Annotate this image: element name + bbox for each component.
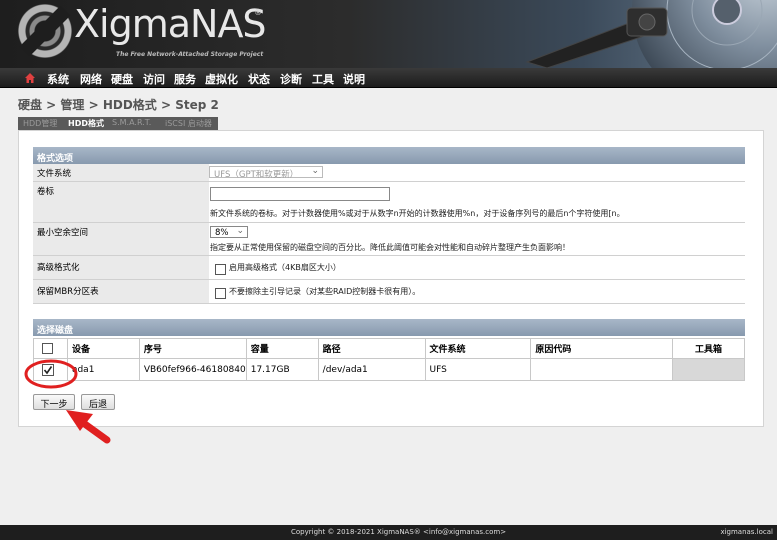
subtab-bar: HDD管理 HDD格式 S.M.A.R.T. iSCSI 启动器 xyxy=(18,117,218,130)
format-options-header: 格式选项 xyxy=(33,147,745,164)
cell-filesystem: UFS xyxy=(424,358,532,381)
tab-iscsi-initiator[interactable]: iSCSI 启动器 xyxy=(165,118,212,129)
filesystem-label: 文件系统 xyxy=(33,164,209,181)
column-header-path: 路径 xyxy=(317,338,426,359)
min-free-select-value: 8% xyxy=(215,228,229,238)
chevron-down-icon: ⌄ xyxy=(236,226,244,236)
nav-item-virtualization[interactable]: 虚拟化 xyxy=(205,71,238,87)
column-header-toolbox: 工具箱 xyxy=(672,338,745,359)
keep-mbr-checkbox[interactable] xyxy=(215,288,226,299)
back-button[interactable]: 后退 xyxy=(81,394,115,410)
volume-label-hint: 新文件系统的卷标。对于计数器使用%或对于从数字n开始的计数器使用%n，对于设备序… xyxy=(210,209,625,218)
footer-hostname: xigmanas.local xyxy=(720,528,773,536)
content-panel: 格式选项 文件系统 UFS（GPT和软更新） ⌄ 卷标 新文件系统的卷标。对于计… xyxy=(18,130,764,427)
column-header-reason-code: 原因代码 xyxy=(530,338,674,359)
footer-copyright: Copyright © 2018-2021 XigmaNAS® <info@xi… xyxy=(291,528,507,536)
nav-item-help[interactable]: 说明 xyxy=(343,71,365,87)
select-all-header xyxy=(33,338,68,359)
logo-tagline: The Free Network-Attached Storage Projec… xyxy=(116,51,264,58)
advanced-format-label: 高级格式化 xyxy=(33,256,209,279)
xigmanas-logo-icon xyxy=(18,4,72,58)
nav-item-access[interactable]: 访问 xyxy=(143,71,165,87)
keep-mbr-row: 保留MBR分区表 不要擦除主引导记录（对某些RAID控制器卡很有用）。 xyxy=(33,280,745,304)
column-header-device: 设备 xyxy=(66,338,140,359)
cell-device: ada1 xyxy=(66,358,140,381)
table-header-row: 设备 序号 容量 路径 文件系统 原因代码 工具箱 xyxy=(33,338,745,359)
nav-item-network[interactable]: 网络 xyxy=(80,71,102,87)
volume-label-label: 卷标 xyxy=(33,182,209,222)
home-icon[interactable] xyxy=(24,72,36,84)
chevron-down-icon: ⌄ xyxy=(311,166,319,176)
min-free-select[interactable]: 8% ⌄ xyxy=(210,226,248,238)
logo-registered-mark: ® xyxy=(254,8,262,17)
header-banner: XigmaNAS ® The Free Network-Attached Sto… xyxy=(0,0,777,68)
column-header-filesystem: 文件系统 xyxy=(424,338,532,359)
disk-select-checkbox[interactable] xyxy=(42,363,54,376)
cell-path: /dev/ada1 xyxy=(317,358,426,381)
keep-mbr-checkbox-label: 不要擦除主引导记录（对某些RAID控制器卡很有用）。 xyxy=(229,287,421,296)
tab-hdd-format[interactable]: HDD格式 xyxy=(68,118,104,129)
min-free-hint: 指定要从正常使用保留的磁盘空间的百分比。降低此阈值可能会对性能和自动碎片整理产生… xyxy=(210,243,570,252)
cell-serial: VB60fef966-46180840 xyxy=(138,358,247,381)
advanced-format-row: 高级格式化 启用高级格式（4KB扇区大小） xyxy=(33,256,745,280)
keep-mbr-label: 保留MBR分区表 xyxy=(33,280,209,303)
cell-toolbox xyxy=(672,358,745,381)
main-nav: 系统 网络 硬盘 访问 服务 虚拟化 状态 诊断 工具 说明 xyxy=(0,68,777,88)
table-row: ada1 VB60fef966-46180840 17.17GB /dev/ad… xyxy=(33,358,745,381)
volume-label-input[interactable] xyxy=(210,187,390,201)
footer: Copyright © 2018-2021 XigmaNAS® <info@xi… xyxy=(0,525,777,540)
min-free-label: 最小空余空间 xyxy=(33,223,209,255)
advanced-format-checkbox[interactable] xyxy=(215,264,226,275)
volume-label-row: 卷标 新文件系统的卷标。对于计数器使用%或对于从数字n开始的计数器使用%n，对于… xyxy=(33,182,745,223)
nav-item-system[interactable]: 系统 xyxy=(47,71,69,87)
filesystem-row: 文件系统 UFS（GPT和软更新） ⌄ xyxy=(33,164,745,182)
tab-hdd-management[interactable]: HDD管理 xyxy=(23,118,57,129)
cell-capacity: 17.17GB xyxy=(245,358,319,381)
nav-item-services[interactable]: 服务 xyxy=(174,71,196,87)
tab-smart[interactable]: S.M.A.R.T. xyxy=(112,118,151,127)
nav-item-status[interactable]: 状态 xyxy=(248,71,270,87)
breadcrumb: 硬盘 > 管理 > HDD格式 > Step 2 xyxy=(18,98,219,112)
column-header-capacity: 容量 xyxy=(245,338,319,359)
nav-item-diagnostics[interactable]: 诊断 xyxy=(280,71,302,87)
select-all-checkbox[interactable] xyxy=(42,343,53,354)
cell-reason-code xyxy=(530,358,674,381)
nav-item-tools[interactable]: 工具 xyxy=(312,71,334,87)
filesystem-select-value: UFS（GPT和软更新） xyxy=(214,170,299,180)
hard-disk-icon xyxy=(525,0,777,68)
next-button[interactable]: 下一步 xyxy=(33,394,75,410)
advanced-format-checkbox-label: 启用高级格式（4KB扇区大小） xyxy=(229,263,341,272)
disk-table: 设备 序号 容量 路径 文件系统 原因代码 工具箱 ada1 VB60fef96… xyxy=(33,338,745,381)
disk-selection-header: 选择磁盘 xyxy=(33,319,745,336)
column-header-serial: 序号 xyxy=(138,338,247,359)
checkmark-icon xyxy=(43,365,53,374)
nav-item-disks[interactable]: 硬盘 xyxy=(111,71,133,87)
filesystem-select[interactable]: UFS（GPT和软更新） ⌄ xyxy=(209,166,323,180)
logo-text: XigmaNAS xyxy=(74,2,267,46)
min-free-row: 最小空余空间 8% ⌄ 指定要从正常使用保留的磁盘空间的百分比。降低此阈值可能会… xyxy=(33,223,745,256)
